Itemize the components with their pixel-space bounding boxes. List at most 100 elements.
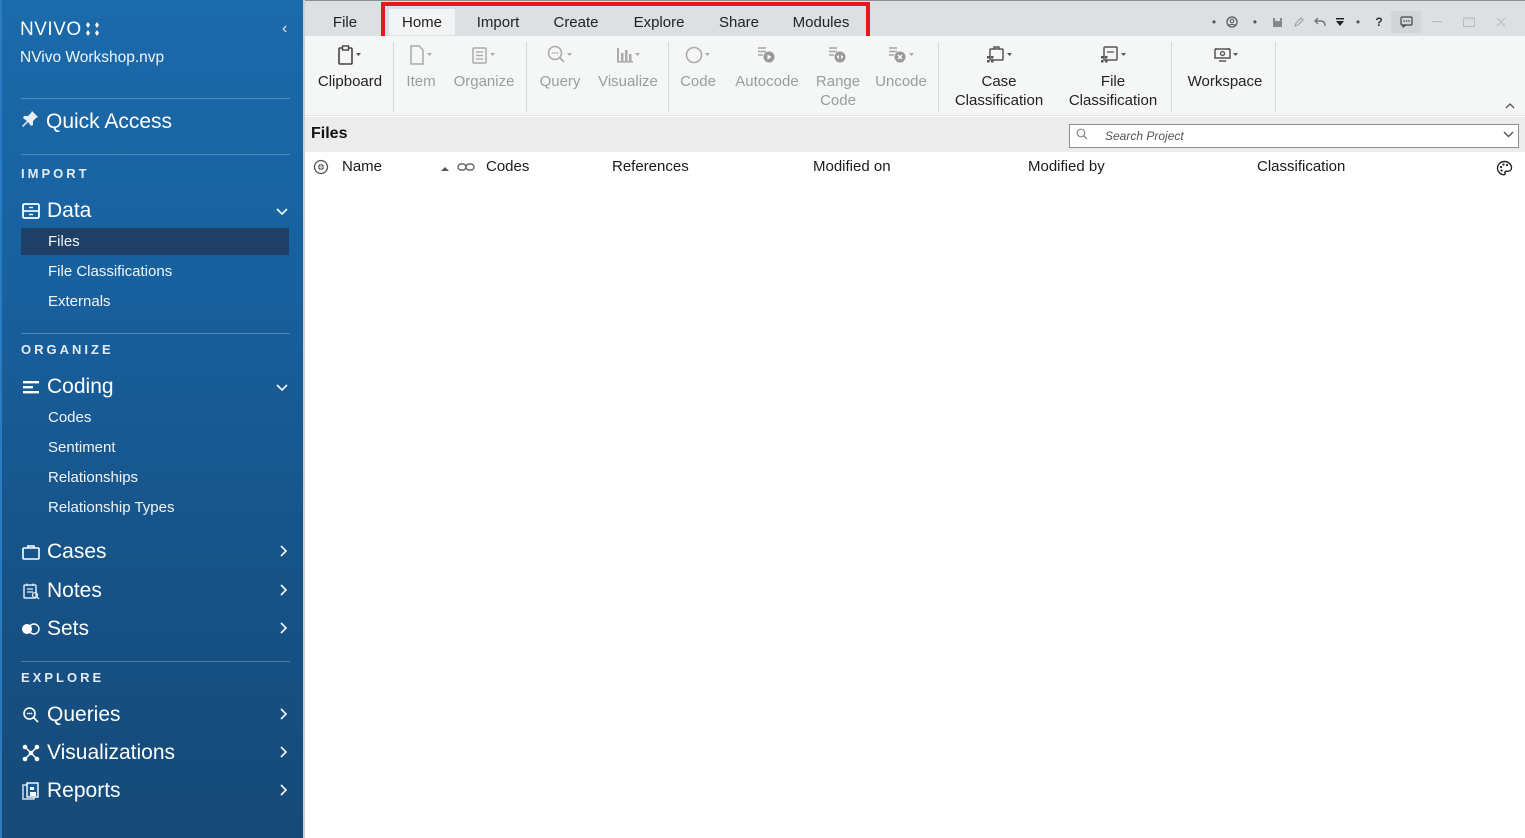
column-header-references[interactable]: References	[612, 158, 689, 175]
column-header-classification[interactable]: Classification	[1257, 158, 1345, 175]
project-name: NVivo Workshop.nvp	[20, 49, 165, 66]
group-label: Notes	[47, 579, 102, 602]
label-line: Classification	[1068, 92, 1158, 109]
clipboard-button[interactable]: Clipboard	[313, 42, 387, 91]
chevron-right-icon	[280, 707, 288, 723]
label-line: Range	[815, 73, 861, 90]
tab-modules[interactable]: Modules	[779, 9, 863, 35]
main-panel: File Home Import Create Explore Share Mo…	[303, 0, 1525, 838]
sidebar-group-coding[interactable]: Coding	[20, 373, 292, 401]
button-label: Organize	[453, 73, 515, 90]
navigation-sidebar: NVIVO ‹ NVivo Workshop.nvp Quick Access …	[0, 0, 303, 838]
sidebar-group-reports[interactable]: Reports	[20, 777, 292, 805]
help-icon[interactable]: ?	[1367, 12, 1391, 32]
column-header-modified-on[interactable]: Modified on	[813, 158, 891, 175]
chevron-down-icon[interactable]	[1503, 129, 1514, 141]
dot-separator: •	[1211, 15, 1217, 29]
workspace-button[interactable]: Workspace	[1181, 42, 1269, 91]
group-label: Data	[47, 199, 92, 222]
feedback-chat-icon[interactable]	[1391, 11, 1421, 33]
clipboard-icon	[336, 42, 364, 68]
coding-lines-icon	[20, 376, 42, 398]
search-project-field[interactable]	[1069, 124, 1519, 148]
group-label: Queries	[47, 703, 121, 726]
column-header-modified-by[interactable]: Modified by	[1028, 158, 1105, 175]
tab-home[interactable]: Home	[389, 9, 455, 35]
query-button[interactable]: Query	[533, 42, 587, 91]
list-view-header-bar: Files	[305, 117, 1525, 152]
section-label-organize: ORGANIZE	[21, 342, 114, 357]
button-label: Case Classification	[955, 72, 1043, 110]
dot-separator: •	[1252, 15, 1258, 29]
uncode-x-icon	[886, 42, 916, 68]
reports-icon	[20, 780, 42, 802]
uncode-button[interactable]: Uncode	[871, 42, 931, 91]
sidebar-item-file-classifications[interactable]: File Classifications	[21, 258, 289, 285]
sidebar-group-visualizations[interactable]: Visualizations	[20, 739, 292, 767]
collapse-sidebar-button[interactable]: ‹	[282, 20, 287, 38]
search-input[interactable]	[1105, 129, 1485, 143]
sidebar-item-codes[interactable]: Codes	[21, 404, 289, 431]
button-label: Query	[539, 73, 581, 90]
ribbon-separator	[1171, 42, 1172, 112]
sidebar-group-notes[interactable]: Notes	[20, 577, 292, 605]
sidebar-item-relationships[interactable]: Relationships	[21, 464, 289, 491]
sidebar-group-cases[interactable]: Cases	[20, 538, 292, 566]
button-label: File Classification	[1069, 72, 1157, 110]
sidebar-group-sets[interactable]: Sets	[20, 615, 292, 643]
maximize-icon[interactable]	[1453, 12, 1485, 32]
sidebar-item-files[interactable]: Files	[21, 228, 289, 255]
code-button[interactable]: Code	[675, 42, 721, 91]
close-icon[interactable]	[1485, 12, 1517, 32]
save-icon[interactable]	[1267, 12, 1287, 32]
code-circle-icon	[684, 42, 712, 68]
tab-file[interactable]: File	[325, 9, 365, 35]
sidebar-item-relationship-types[interactable]: Relationship Types	[21, 494, 289, 521]
button-label: Item	[406, 73, 436, 90]
chevron-right-icon	[280, 544, 288, 560]
chevron-right-icon	[280, 621, 288, 637]
quick-access-label: Quick Access	[46, 110, 173, 133]
column-header-codes[interactable]: Codes	[486, 158, 529, 175]
quick-access-link[interactable]: Quick Access	[20, 109, 172, 135]
range-code-icon	[826, 42, 850, 68]
visualize-button[interactable]: Visualize	[595, 42, 661, 91]
new-item-document-icon	[407, 42, 435, 68]
minimize-icon[interactable]	[1421, 12, 1453, 32]
tab-import[interactable]: Import	[461, 9, 535, 35]
tab-explore[interactable]: Explore	[621, 9, 697, 35]
tab-create[interactable]: Create	[541, 9, 611, 35]
quick-access-customize-icon[interactable]	[1331, 12, 1349, 32]
sidebar-item-sentiment[interactable]: Sentiment	[21, 434, 289, 461]
range-code-button[interactable]: Range Code	[811, 42, 865, 110]
group-label: Reports	[47, 779, 121, 802]
file-classification-icon	[1098, 42, 1128, 68]
collapse-ribbon-button[interactable]	[1505, 100, 1515, 112]
add-column-icon[interactable]	[313, 159, 329, 179]
sidebar-item-externals[interactable]: Externals	[21, 288, 289, 315]
edit-pencil-icon[interactable]	[1287, 12, 1309, 32]
section-label-import: IMPORT	[21, 166, 90, 181]
file-classification-button[interactable]: File Classification	[1063, 42, 1163, 110]
organize-button[interactable]: Organize	[449, 42, 519, 91]
files-list-empty	[305, 184, 1525, 838]
item-button[interactable]: Item	[401, 42, 441, 91]
autocode-button[interactable]: Autocode	[729, 42, 805, 91]
column-header-name[interactable]: Name	[342, 158, 382, 175]
group-label: Sets	[47, 617, 90, 640]
case-classification-button[interactable]: Case Classification	[949, 42, 1049, 110]
case-classification-icon	[984, 42, 1014, 68]
autocode-play-icon	[755, 42, 779, 68]
undo-icon[interactable]	[1309, 12, 1331, 32]
tab-share[interactable]: Share	[707, 9, 771, 35]
account-icon[interactable]	[1221, 12, 1243, 32]
sidebar-group-queries[interactable]: Queries	[20, 701, 292, 729]
button-label: Workspace	[1187, 73, 1263, 90]
palette-icon[interactable]	[1496, 160, 1513, 181]
workspace-monitor-icon	[1210, 42, 1240, 68]
sort-ascending-icon[interactable]	[440, 160, 450, 177]
search-icon	[1076, 127, 1090, 145]
divider	[21, 154, 290, 155]
sidebar-group-data[interactable]: Data	[20, 197, 292, 225]
group-label: Coding	[47, 375, 114, 398]
